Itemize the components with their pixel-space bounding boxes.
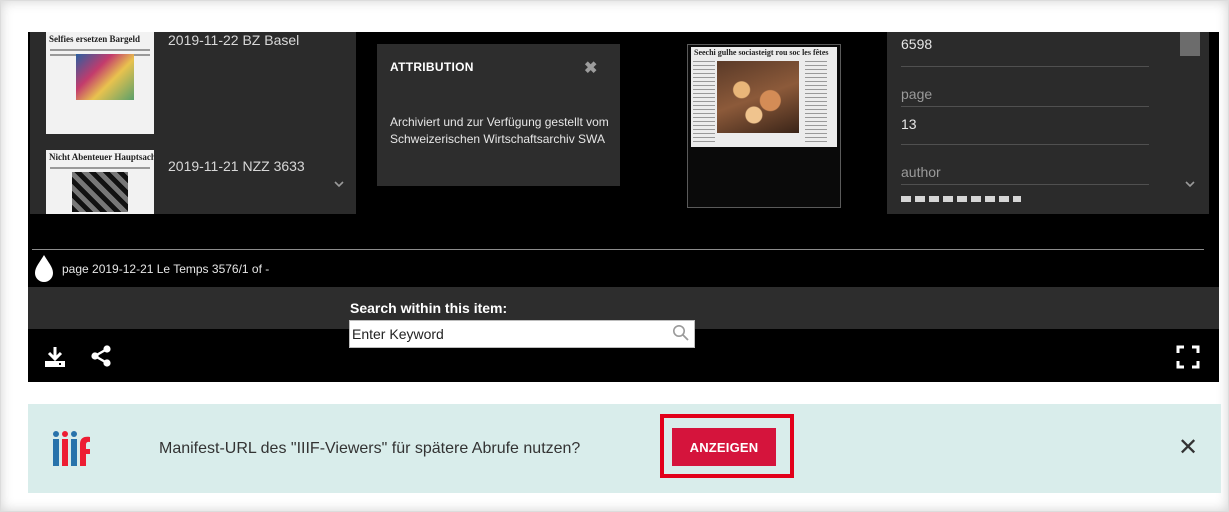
- thumbnail-panel: Selfies ersetzen Bargeld 2019-11-22 BZ B…: [30, 32, 356, 214]
- metadata-value: 13: [901, 116, 917, 132]
- attribution-panel: ATTRIBUTION ✖ Archiviert und zur Verfügu…: [377, 44, 620, 186]
- anzeigen-button[interactable]: ANZEIGEN: [672, 428, 776, 466]
- attribution-title: ATTRIBUTION: [390, 60, 474, 74]
- text-column: [693, 61, 715, 143]
- thumbnail-image[interactable]: Nicht Abenteuer Hauptsache NZZ Plan: [46, 150, 154, 214]
- divider: [901, 66, 1149, 67]
- download-icon[interactable]: [44, 345, 66, 369]
- newspaper-page: Seechi gulhe sociasteigt rou soc les fêt…: [691, 47, 837, 147]
- close-icon[interactable]: ✖: [584, 58, 597, 78]
- thumbnail-label[interactable]: 2019-11-22 BZ Basel: [168, 32, 299, 48]
- text-line: [50, 49, 150, 51]
- page-canvas[interactable]: Seechi gulhe sociasteigt rou soc les fêt…: [687, 44, 841, 208]
- thumbnail-headline: Selfies ersetzen Bargeld: [49, 34, 140, 44]
- metadata-panel: 6598 page 13 author: [887, 32, 1209, 214]
- divider: [901, 184, 1149, 185]
- iiif-manifest-banner: Manifest-URL des "IIIF-Viewers" für spät…: [28, 404, 1221, 493]
- text-column: [805, 61, 827, 143]
- thumbnail-image[interactable]: Selfies ersetzen Bargeld: [46, 32, 154, 134]
- page-photo: [717, 61, 799, 133]
- close-icon[interactable]: ✕: [1178, 436, 1198, 460]
- banner-message: Manifest-URL des "IIIF-Viewers" für spät…: [159, 440, 581, 457]
- text-line: [50, 167, 150, 169]
- thumbnail-headline: Nicht Abenteuer Hauptsache NZZ Plan: [49, 152, 154, 162]
- iiif-logo-icon: [52, 430, 92, 470]
- truncated-metadata-value: [901, 196, 1021, 202]
- thumbnail-label[interactable]: 2019-11-21 NZZ 3633: [168, 158, 305, 174]
- attribution-text: Archiviert und zur Verfügung gestellt vo…: [390, 115, 609, 146]
- chevron-down-icon[interactable]: [333, 178, 345, 190]
- iiif-viewer: Selfies ersetzen Bargeld 2019-11-22 BZ B…: [28, 32, 1219, 382]
- thumbnail-photo: [72, 172, 128, 212]
- timeline-track[interactable]: [32, 249, 1204, 250]
- chevron-down-icon[interactable]: [1184, 178, 1196, 193]
- metadata-key: page: [901, 86, 933, 102]
- timeline-handle-icon[interactable]: [34, 254, 54, 282]
- search-input[interactable]: [349, 320, 695, 348]
- share-icon[interactable]: [90, 344, 112, 368]
- search-label: Search within this item:: [350, 300, 508, 316]
- thumbnail-photo: [76, 54, 134, 100]
- page-headline: Seechi gulhe sociasteigt rou soc les fêt…: [694, 48, 829, 57]
- divider: [901, 106, 1149, 107]
- search-icon[interactable]: [672, 324, 690, 342]
- thumbnail-list: Selfies ersetzen Bargeld 2019-11-22 BZ B…: [30, 32, 326, 214]
- fullscreen-icon[interactable]: [1176, 345, 1200, 369]
- divider: [901, 144, 1149, 145]
- scrollbar-thumb[interactable]: [1180, 32, 1200, 56]
- metadata-value: 6598: [901, 36, 933, 52]
- timeline-label: page 2019-12-21 Le Temps 3576/1 of -: [62, 262, 270, 276]
- metadata-key: author: [901, 164, 941, 180]
